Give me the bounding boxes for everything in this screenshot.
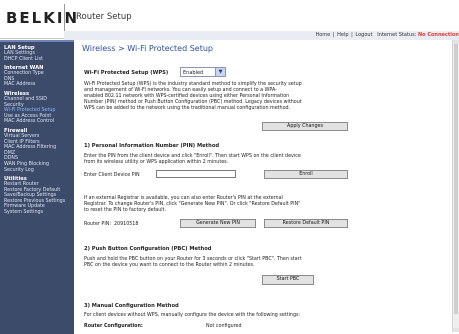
intro-text: Wi-Fi Protected Setup (WPS) is the indus… (84, 82, 302, 112)
apply-changes-button[interactable]: Apply Changes (262, 122, 348, 131)
pin-method-text: Enter the PIN from the client device and… (84, 154, 301, 166)
internet-status-label: Internet Status: (377, 32, 417, 38)
router-config-label: Router Configuration: (84, 324, 143, 329)
main-content: Wireless > Wi-Fi Protected Setup Wi-Fi P… (74, 40, 459, 332)
manual-method-title: 3) Manual Configuration Method (84, 303, 179, 309)
sidebar-heading-firewall[interactable]: Firewall (0, 125, 74, 134)
registrar-line: Registrar. To change Router's PIN, click… (84, 201, 301, 207)
sidebar-section-wan: Internet WAN Connection Type DNS MAC Add… (0, 62, 74, 88)
pin-method-title: 1) Personal Information Number (PIN) Met… (84, 143, 220, 149)
sidebar-heading-internet-wan[interactable]: Internet WAN (0, 62, 74, 71)
intro-line: WPS can be added to the network using th… (84, 105, 291, 111)
pbc-line: PBC on the device you want to connect to… (84, 262, 255, 268)
intro-line: enabled 802.11 network with WPS-certifie… (84, 93, 290, 99)
generate-new-pin-button[interactable]: Generate New PIN (180, 219, 256, 228)
sidebar: LAN Setup LAN Settings DHCP Client List … (0, 40, 74, 334)
page-title: Wireless > Wi-Fi Protected Setup (82, 44, 214, 53)
wps-select-value: Enabled (183, 70, 204, 76)
pin-line: from its wireless utility or WPS applica… (84, 159, 229, 165)
logout-link[interactable]: Logout (355, 32, 372, 38)
sidebar-section-utilities: Utilities Restart Router Restore Factory… (0, 173, 74, 216)
wps-label: Wi-Fi Protected Setup (WPS) (84, 70, 169, 76)
pbc-method-title: 2) Push Button Configuration (PBC) Metho… (84, 246, 212, 252)
sidebar-section-firewall: Firewall Virtual Servers Client IP Filte… (0, 125, 74, 173)
sidebar-heading-wireless[interactable]: Wireless (0, 88, 74, 97)
intro-line: and management of Wi-Fi networks. You ca… (84, 87, 277, 93)
sidebar-heading-lan-setup[interactable]: LAN Setup (0, 42, 74, 51)
router-pin-value: 20910518 (114, 222, 139, 227)
internet-status-value: No Connection (417, 32, 459, 38)
top-nav: Home | Help | Logout Internet Status: No… (315, 31, 459, 40)
intro-line: Number (PIN) method or Push Button Confi… (84, 99, 302, 105)
enroll-button[interactable]: Enroll (264, 170, 348, 179)
home-link[interactable]: Home (315, 32, 330, 38)
nav-separator: | (351, 32, 353, 38)
vertical-scrollbar[interactable] (452, 40, 459, 332)
registrar-line: to reset the PIN to factory default. (84, 207, 166, 213)
help-link[interactable]: Help (337, 32, 348, 38)
client-pin-label: Enter Client Device PIN (84, 173, 140, 178)
client-pin-input[interactable] (156, 170, 236, 178)
header-title: Router Setup (76, 12, 132, 22)
scroll-down-arrow-icon[interactable] (453, 328, 459, 332)
nav-separator: | (332, 32, 335, 38)
sidebar-heading-utilities[interactable]: Utilities (0, 173, 74, 182)
restore-default-pin-button[interactable]: Restore Default PIN (264, 219, 348, 228)
scroll-thumb[interactable] (454, 44, 458, 314)
pbc-method-text: Push and hold the PBC button on your Rou… (84, 257, 302, 269)
header-divider (64, 4, 65, 34)
wps-select[interactable]: Enabled ▼ (180, 67, 226, 77)
sidebar-section-lan: LAN Setup LAN Settings DHCP Client List (0, 42, 74, 62)
router-config-value: Not configured (206, 324, 242, 329)
sidebar-item-system-settings[interactable]: System Settings (0, 210, 74, 216)
registrar-text: If an external Registrar is available, y… (84, 196, 300, 214)
router-pin-label: Router PIN: (84, 222, 111, 227)
manual-method-text: For client devices without WPS, manually… (84, 313, 301, 318)
chevron-down-icon[interactable]: ▼ (215, 68, 225, 76)
belkin-logo: BELKIN (6, 9, 79, 27)
start-pbc-button[interactable]: Start PBC (262, 275, 314, 285)
sidebar-section-wireless: Wireless Channel and SSID Security Wi-Fi… (0, 88, 74, 125)
